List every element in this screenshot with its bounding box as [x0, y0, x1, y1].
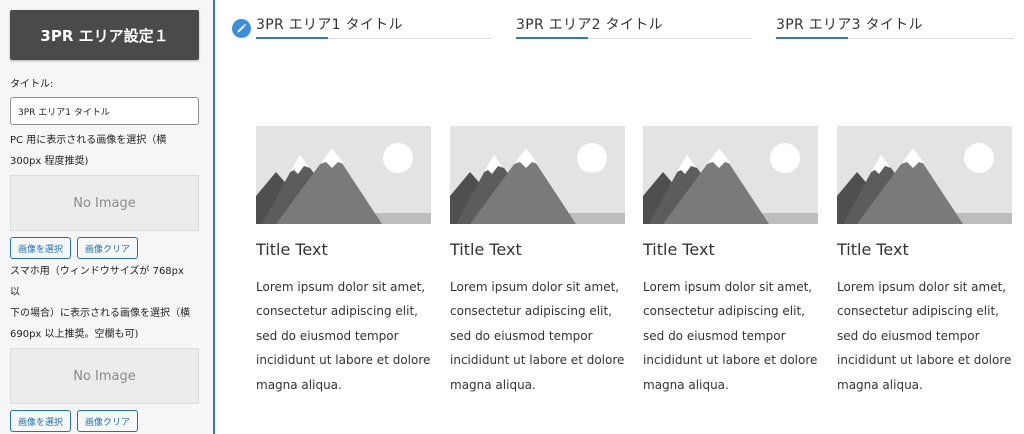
card-title: Title Text	[643, 240, 715, 259]
pc-image-buttons: 画像を選択 画像クリア	[10, 237, 197, 259]
tab-area2-title[interactable]: 3PR エリア2 タイトル	[516, 14, 663, 34]
card-title: Title Text	[837, 240, 909, 259]
card-text: Lorem ipsum dolor sit amet, consectetur …	[643, 280, 818, 392]
tab-area1-accent	[256, 37, 328, 39]
tab-area2-accent	[516, 37, 588, 39]
mountain-placeholder-icon	[450, 126, 625, 224]
title-input[interactable]	[10, 97, 199, 125]
card-text: Lorem ipsum dolor sit amet, consectetur …	[450, 280, 625, 392]
pencil-icon[interactable]	[232, 19, 251, 38]
sp-image-preview: No Image	[10, 348, 199, 404]
card: Title Text Lorem ipsum dolor sit amet, c…	[643, 126, 818, 397]
sp-image-label-line3: 690px 以上推奨。空欄も可)	[10, 329, 139, 340]
card: Title Text Lorem ipsum dolor sit amet, c…	[837, 126, 1012, 397]
pc-image-label-line2: 300px 程度推奨)	[10, 156, 89, 167]
card-text: Lorem ipsum dolor sit amet, consectetur …	[837, 280, 1012, 392]
sp-select-image-button[interactable]: 画像を選択	[10, 410, 72, 432]
title-label: タイトル:	[10, 79, 54, 90]
pc-clear-image-button[interactable]: 画像クリア	[77, 237, 139, 259]
card: Title Text Lorem ipsum dolor sit amet, c…	[450, 126, 625, 397]
preview-area: 3PR エリア1 タイトル 3PR エリア2 タイトル 3PR エリア3 タイト…	[217, 0, 1024, 434]
tab-area3-accent	[776, 37, 848, 39]
sp-image-label-line2: 下の場合）に表示される画像を選択（横	[10, 308, 190, 319]
sp-clear-image-button[interactable]: 画像クリア	[77, 410, 139, 432]
card-text: Lorem ipsum dolor sit amet, consectetur …	[256, 280, 431, 392]
sp-image-buttons: 画像を選択 画像クリア	[10, 410, 197, 432]
sp-image-label-line1: スマホ用（ウィンドウサイズが 768px 以	[10, 266, 184, 298]
pc-select-image-button[interactable]: 画像を選択	[10, 237, 72, 259]
settings-panel: 3PR エリア設定１ タイトル: PC 用に表示される画像を選択（横 300px…	[0, 0, 215, 434]
mountain-placeholder-icon	[643, 126, 818, 224]
pc-image-preview: No Image	[10, 175, 199, 231]
mountain-placeholder-icon	[837, 126, 1012, 224]
pc-image-label-line1: PC 用に表示される画像を選択（横	[10, 135, 167, 146]
card-title: Title Text	[450, 240, 522, 259]
card: Title Text Lorem ipsum dolor sit amet, c…	[256, 126, 431, 397]
panel-heading: 3PR エリア設定１	[10, 10, 199, 60]
mountain-placeholder-icon	[256, 126, 431, 224]
tab-area1-title[interactable]: 3PR エリア1 タイトル	[256, 14, 403, 34]
tab-area3-title[interactable]: 3PR エリア3 タイトル	[776, 14, 923, 34]
card-title: Title Text	[256, 240, 328, 259]
